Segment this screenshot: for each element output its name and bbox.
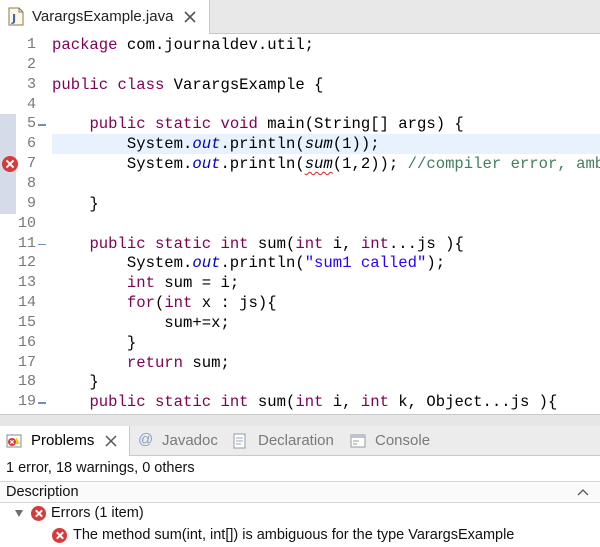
code-line[interactable]: 11 public static int sum(int i, int...js… bbox=[0, 234, 600, 254]
code-text: package com.journaldev.util; bbox=[52, 36, 315, 54]
tab-console-label: Console bbox=[375, 432, 431, 449]
line-number: 4 bbox=[26, 95, 36, 113]
code-line[interactable]: 18 } bbox=[0, 372, 600, 392]
code-line[interactable]: 6 System.out.println(sum(1)); bbox=[0, 134, 600, 154]
code-editor[interactable]: 1 package com.journaldev.util; 2 3 public cl… bbox=[0, 35, 600, 414]
console-icon bbox=[350, 434, 366, 448]
line-number: 12 bbox=[17, 254, 36, 272]
tree-item-label: The method sum(int, int[]) is ambiguous … bbox=[73, 527, 515, 543]
code-line[interactable]: 13 int sum = i; bbox=[0, 273, 600, 293]
code-line[interactable]: 2 bbox=[0, 55, 600, 75]
editor-tab-varargs-example[interactable]: J VarargsExample.java bbox=[0, 0, 210, 34]
code-text: int sum = i; bbox=[126, 274, 240, 293]
line-number: 5 bbox=[26, 115, 36, 133]
at-sign-icon: @ bbox=[138, 431, 154, 448]
error-icon bbox=[31, 506, 46, 521]
line-number: 2 bbox=[26, 55, 36, 73]
tab-declaration[interactable]: Declaration bbox=[232, 426, 348, 456]
code-line[interactable]: 16 } bbox=[0, 333, 600, 353]
code-line[interactable]: 5 public static void main(String[] args)… bbox=[0, 114, 600, 134]
code-text: public class VarargsExample { bbox=[52, 75, 324, 94]
code-text: System.out.println("sum1 called"); bbox=[52, 254, 446, 273]
line-number: 1 bbox=[26, 36, 36, 53]
fold-collapse-icon[interactable] bbox=[37, 120, 47, 129]
line-number: 3 bbox=[26, 75, 36, 93]
tree-item-error[interactable]: The method sum(int, int[]) is ambiguous … bbox=[0, 525, 600, 547]
code-text: for(int x : js){ bbox=[126, 294, 277, 313]
code-text: public static int sum(int i, int k, Obje… bbox=[89, 393, 558, 412]
line-number: 15 bbox=[17, 313, 36, 331]
close-icon[interactable] bbox=[104, 434, 118, 448]
code-line[interactable]: 10 bbox=[0, 214, 600, 234]
code-line[interactable]: 4 bbox=[0, 95, 600, 115]
tab-console[interactable]: Console bbox=[350, 426, 450, 456]
code-line[interactable]: 8 bbox=[0, 174, 600, 194]
column-header-description[interactable]: Description bbox=[0, 481, 600, 503]
svg-text:J: J bbox=[11, 12, 16, 25]
problems-summary: 1 error, 18 warnings, 0 others bbox=[6, 460, 195, 476]
code-line[interactable]: 9 } bbox=[0, 194, 600, 214]
code-line[interactable]: 14 for(int x : js){ bbox=[0, 293, 600, 313]
tab-problems-label: Problems bbox=[31, 432, 95, 449]
close-icon[interactable] bbox=[182, 9, 198, 25]
code-text: public static int sum(int i, int...js ){ bbox=[89, 234, 464, 253]
code-text: } bbox=[52, 194, 99, 213]
tab-javadoc-label: Javadoc bbox=[162, 432, 218, 449]
tab-javadoc[interactable]: @ Javadoc bbox=[136, 426, 228, 456]
declaration-icon bbox=[233, 433, 246, 449]
column-header-label: Description bbox=[6, 484, 79, 500]
line-number: 6 bbox=[26, 135, 36, 153]
code-line[interactable]: 15 sum+=x; bbox=[0, 313, 600, 333]
java-file-icon: J bbox=[8, 7, 24, 26]
line-number: 13 bbox=[17, 274, 36, 292]
code-text: } bbox=[52, 373, 99, 392]
line-number: 9 bbox=[26, 194, 36, 212]
code-line[interactable]: 12 System.out.println("sum1 called"); bbox=[0, 253, 600, 273]
line-number: 7 bbox=[26, 155, 36, 173]
line-number: 18 bbox=[17, 373, 36, 391]
tree-group-label: Errors (1 item) bbox=[51, 505, 144, 521]
code-line[interactable]: 7 System.out.println(sum(1,2)); //compil… bbox=[0, 154, 600, 174]
fold-collapse-icon[interactable] bbox=[37, 240, 47, 249]
code-text: System.out.println(sum(1,2)); //compiler… bbox=[52, 155, 600, 174]
line-number: 8 bbox=[26, 174, 36, 192]
code-line[interactable]: 1 package com.journaldev.util; bbox=[0, 35, 600, 55]
line-number: 19 bbox=[17, 393, 36, 411]
code-line[interactable]: 19 public static int sum(int i, int k, O… bbox=[0, 392, 600, 412]
code-text: return sum; bbox=[126, 353, 230, 372]
code-line[interactable]: 17 return sum; bbox=[0, 353, 600, 373]
error-icon bbox=[52, 528, 67, 543]
code-text: } bbox=[52, 333, 137, 352]
problems-icon bbox=[6, 434, 22, 448]
line-number: 11 bbox=[17, 234, 36, 252]
views-tab-bar: Problems @ Javadoc Declaration Console bbox=[0, 426, 600, 456]
fold-collapse-icon[interactable] bbox=[37, 398, 47, 407]
code-line[interactable]: 3 public class VarargsExample { bbox=[0, 75, 600, 95]
tab-problems[interactable]: Problems bbox=[0, 426, 130, 456]
tree-group-errors[interactable]: Errors (1 item) bbox=[0, 503, 600, 525]
code-text: System.out.println(sum(1)); bbox=[52, 135, 380, 154]
problems-view: 1 error, 18 warnings, 0 others Descripti… bbox=[0, 457, 600, 547]
code-text: sum+=x; bbox=[52, 313, 230, 332]
tab-declaration-label: Declaration bbox=[258, 432, 334, 449]
chevron-down-icon[interactable] bbox=[14, 509, 24, 518]
sort-ascending-icon bbox=[577, 489, 589, 496]
editor-tab-label: VarargsExample.java bbox=[32, 8, 174, 25]
code-text: public static void main(String[] args) { bbox=[89, 115, 464, 134]
editor-tab-bar: J VarargsExample.java bbox=[0, 0, 600, 34]
line-number: 16 bbox=[17, 333, 36, 351]
panel-splitter[interactable] bbox=[0, 414, 600, 426]
line-number: 14 bbox=[17, 294, 36, 312]
line-number: 10 bbox=[17, 214, 36, 232]
line-number: 17 bbox=[17, 353, 36, 371]
